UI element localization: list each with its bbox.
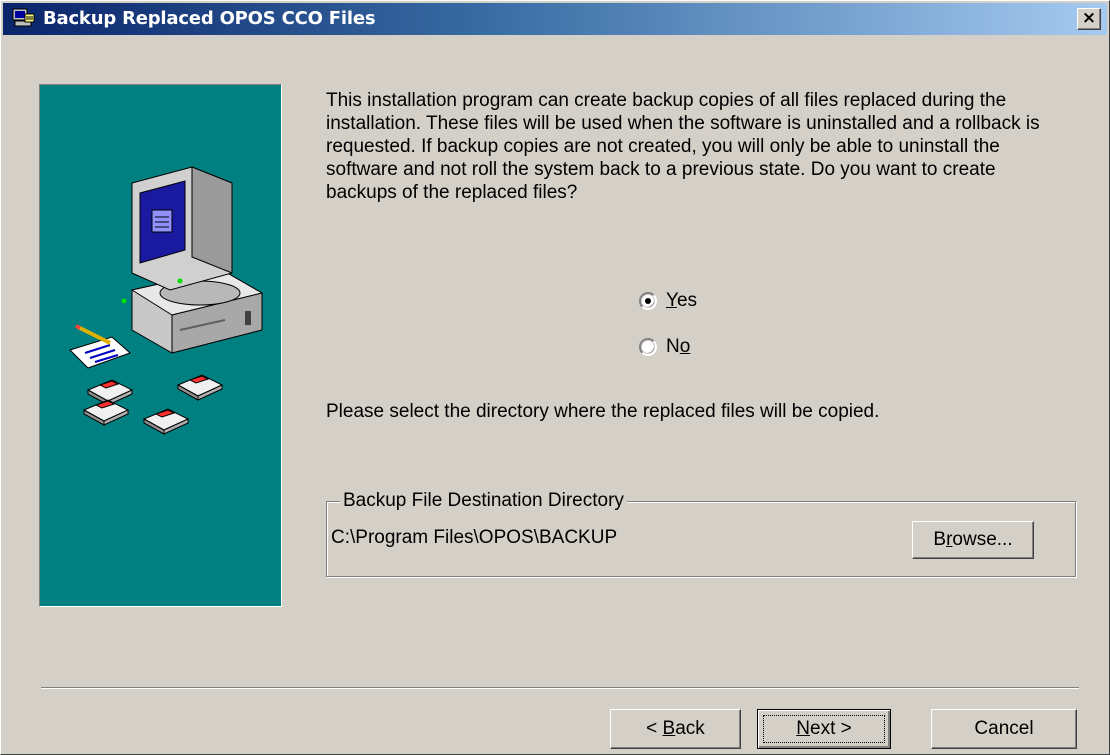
radio-selected-dot	[645, 298, 651, 304]
group-label: Backup File Destination Directory	[340, 490, 627, 512]
select-directory-prompt: Please select the directory where the re…	[326, 401, 880, 422]
focus-rectangle	[763, 715, 885, 743]
setup-app-icon	[12, 8, 35, 27]
dialog-window: Backup Replaced OPOS CCO Files × This in…	[0, 0, 1110, 755]
radio-yes[interactable]: Yes	[639, 289, 697, 313]
close-button[interactable]: ×	[1077, 8, 1101, 30]
computer-with-disks-illustration	[69, 166, 264, 435]
cancel-button[interactable]: Cancel	[931, 709, 1077, 749]
radio-yes-label: Yes	[666, 290, 698, 311]
mnemonic-underline: Y	[666, 290, 677, 311]
radio-no[interactable]: No	[639, 335, 690, 359]
next-button[interactable]: Next >	[757, 709, 891, 749]
radio-button-yes[interactable]	[639, 292, 657, 310]
radio-no-label: No	[666, 336, 691, 357]
mnemonic-underline: o	[679, 336, 691, 357]
side-illustration-panel	[39, 84, 282, 607]
browse-button-label: Browse...	[933, 529, 1013, 550]
radio-button-no[interactable]	[639, 338, 657, 356]
back-button[interactable]: < Back	[610, 709, 741, 749]
back-button-label: < Back	[646, 718, 705, 739]
destination-path: C:\Program Files\OPOS\BACKUP	[331, 527, 618, 548]
footer-separator	[41, 687, 1079, 689]
title-bar[interactable]: Backup Replaced OPOS CCO Files ×	[3, 3, 1107, 35]
intro-text: This installation program can create bac…	[326, 90, 1040, 203]
browse-button[interactable]: Browse...	[912, 521, 1034, 559]
window-title: Backup Replaced OPOS CCO Files	[43, 8, 376, 29]
